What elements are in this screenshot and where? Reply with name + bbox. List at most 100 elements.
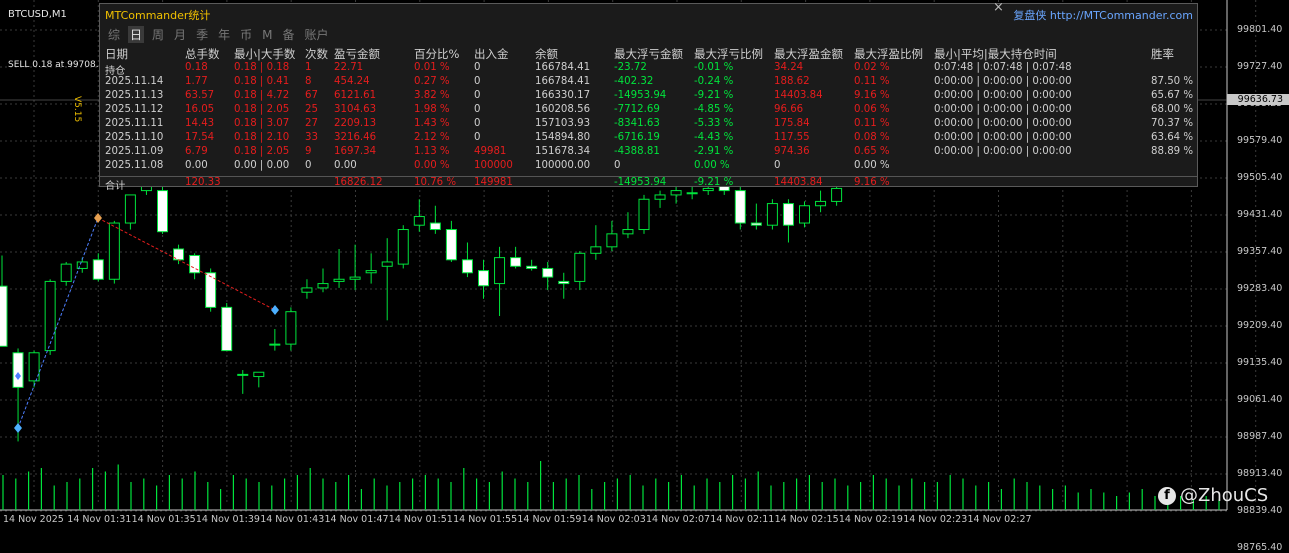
candle-body xyxy=(349,276,361,280)
table-cell: 1.43 % xyxy=(414,118,450,129)
table-cell: 25 xyxy=(305,104,318,115)
table-cell: 0.18 | 3.07 xyxy=(234,118,290,129)
close-icon[interactable]: × xyxy=(993,0,1004,15)
table-cell: 0.18 xyxy=(185,62,208,73)
column-header: 最大浮亏金额 xyxy=(614,47,683,61)
column-header: 余额 xyxy=(535,47,558,61)
total-cell: 9.16 % xyxy=(854,177,890,188)
table-cell: 0.27 % xyxy=(414,76,450,87)
table-cell: -4.85 % xyxy=(694,104,734,115)
tab-1[interactable]: 日 xyxy=(128,26,145,43)
tab-4[interactable]: 季 xyxy=(194,26,210,43)
tab-5[interactable]: 年 xyxy=(216,26,232,43)
period-tabs: 综日周月季年币 M 备账户 xyxy=(106,26,337,43)
table-cell: 0 xyxy=(474,104,481,115)
candle-body xyxy=(333,278,345,282)
x-tick-label: 14 Nov 02:15 xyxy=(774,514,839,525)
y-tick-label: 99135.40 xyxy=(1237,357,1283,368)
y-tick-label: 99505.40 xyxy=(1237,172,1283,183)
table-cell: 3216.46 xyxy=(334,132,377,143)
column-header: 最大浮亏比例 xyxy=(694,47,763,61)
candle-body xyxy=(750,222,762,226)
table-cell: 0:00:00 | 0:00:00 | 0:00:00 xyxy=(934,118,1072,129)
tab-7[interactable]: M xyxy=(260,28,274,42)
column-header: 最小|平均|最大持仓时间 xyxy=(934,47,1057,61)
candle-body xyxy=(574,252,586,282)
candle-body xyxy=(285,311,297,345)
table-cell: 166784.41 xyxy=(535,62,591,73)
table-cell: 154894.80 xyxy=(535,132,591,143)
column-header: 最大浮盈比例 xyxy=(854,47,923,61)
tab-6[interactable]: 币 xyxy=(238,26,254,43)
brand-link[interactable]: 复盘侠 http://MTCommander.com xyxy=(1013,7,1193,23)
table-cell: 0:07:48 | 0:07:48 | 0:07:48 xyxy=(934,62,1072,73)
column-header: 总手数 xyxy=(185,47,220,61)
table-cell: -402.32 xyxy=(614,76,654,87)
table-cell: 2025.11.14 xyxy=(105,76,164,87)
table-cell: 0.18 | 2.05 xyxy=(234,146,290,157)
table-cell: 160208.56 xyxy=(535,104,591,115)
table-cell: 1 xyxy=(305,62,312,73)
candle-body xyxy=(253,371,265,378)
table-cell: 2025.11.11 xyxy=(105,118,164,129)
x-tick-label: 14 Nov 02:11 xyxy=(710,514,775,525)
table-cell: 0 xyxy=(305,160,312,171)
y-tick-label: 98839.40 xyxy=(1237,505,1283,516)
table-row: 2025.11.08 0.00 0.00 | 0.00 0 0.00 0.00 % 1000… xyxy=(100,160,1197,174)
tab-2[interactable]: 周 xyxy=(150,26,166,43)
table-cell: 0.00 xyxy=(185,160,208,171)
candle-body xyxy=(445,229,457,261)
stats-table: 日期 总手数 最小|大手数 次数 盈亏金额 百分比% 出入金 余额 最大浮亏金额 最大浮亏比例 最大… xyxy=(100,46,1197,193)
candle-body xyxy=(766,203,778,226)
table-cell: 2025.11.10 xyxy=(105,132,164,143)
tab-0[interactable]: 综 xyxy=(106,26,122,43)
table-cell: 14.43 xyxy=(185,118,215,129)
y-tick-label: 99579.40 xyxy=(1237,135,1283,146)
table-cell: 0 xyxy=(474,132,481,143)
table-cell: 2025.11.08 xyxy=(105,160,164,171)
total-cell: -9.21 % xyxy=(694,177,734,188)
table-cell: 3104.63 xyxy=(334,104,377,115)
table-cell: 14403.84 xyxy=(774,90,823,101)
table-cell: 100000.00 xyxy=(535,160,591,171)
table-cell: 0.08 % xyxy=(854,132,890,143)
table-cell: 974.36 xyxy=(774,146,810,157)
table-row: 2025.11.14 1.77 0.18 | 0.41 8 454.24 0.27 % 0 1… xyxy=(100,76,1197,90)
x-tick-label: 14 Nov 02:03 xyxy=(581,514,646,525)
tab-9[interactable]: 账户 xyxy=(302,26,330,43)
column-header: 百分比% xyxy=(414,47,460,61)
table-cell: 6121.61 xyxy=(334,90,377,101)
table-cell: -4.43 % xyxy=(694,132,734,143)
x-tick-label: 14 Nov 02:19 xyxy=(838,514,903,525)
total-cell: 16826.12 xyxy=(334,177,383,188)
y-tick-label: 99357.40 xyxy=(1237,246,1283,257)
panel-title: MTCommander统计 xyxy=(105,9,211,22)
table-cell: 33 xyxy=(305,132,318,143)
tab-3[interactable]: 月 xyxy=(172,26,188,43)
y-tick-label: 98913.40 xyxy=(1237,468,1283,479)
table-cell: 96.66 xyxy=(774,104,804,115)
candle-body xyxy=(124,194,136,224)
table-cell: 68.00 % xyxy=(1151,104,1194,115)
candle-body xyxy=(60,263,72,282)
column-header: 最小|大手数 xyxy=(234,47,296,61)
table-cell: 6.79 xyxy=(185,146,208,157)
candle-body xyxy=(799,205,810,224)
table-cell: 0 xyxy=(474,76,481,87)
candle-body xyxy=(654,194,666,200)
table-cell: 1.98 % xyxy=(414,104,450,115)
candle-body xyxy=(494,257,506,285)
table-cell: 65.67 % xyxy=(1151,90,1194,101)
candle-body xyxy=(413,216,425,226)
table-cell: 166330.17 xyxy=(535,90,591,101)
table-cell: 9 xyxy=(305,146,312,157)
total-cell: 14403.84 xyxy=(774,177,823,188)
table-cell: 8 xyxy=(305,76,312,87)
tab-8[interactable]: 备 xyxy=(280,26,296,43)
table-cell: 0.00 % xyxy=(854,160,890,171)
y-tick-label: 98987.40 xyxy=(1237,431,1283,442)
candle-body xyxy=(157,190,168,233)
candle-body xyxy=(28,352,40,382)
table-cell: 0.65 % xyxy=(854,146,890,157)
trade-marker xyxy=(271,305,279,315)
